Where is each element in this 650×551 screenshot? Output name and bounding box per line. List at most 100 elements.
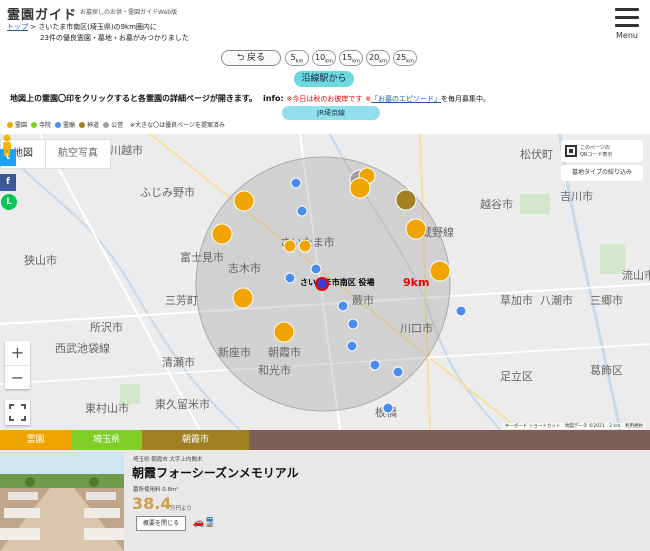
- station-line-button[interactable]: JR埼京線: [282, 106, 380, 120]
- car-icon: 🚗: [193, 518, 205, 528]
- cemetery-marker[interactable]: [405, 218, 427, 240]
- radius-value: 10: [315, 53, 326, 62]
- map-attribution[interactable]: キーボード ショートカット 地図データ ©2021 2 km 利用規約: [502, 423, 645, 429]
- breadcrumb-line1: > さいたま市南区(埼玉県)の9km圏内に: [28, 23, 157, 31]
- pegman-icon[interactable]: [0, 134, 14, 156]
- fullscreen-icon-corner: [21, 416, 26, 421]
- park: [520, 194, 550, 214]
- radius-label: 9km: [403, 276, 429, 289]
- radius-controls: ⮌ 戻る 5km 10km 15km 20km 25km: [221, 50, 417, 66]
- zoom-out-button[interactable]: −: [5, 365, 30, 389]
- legend-label: 神道: [87, 122, 100, 129]
- legend-dot: [31, 121, 38, 128]
- listing-title[interactable]: 朝霞フォーシーズンメモリアル: [132, 464, 299, 481]
- cemetery-photo[interactable]: [0, 452, 124, 551]
- cemetery-marker[interactable]: [273, 321, 295, 343]
- legend: 霊園 寺院 霊廟 神道 公営 ※大きな〇は優良ページを提案済み: [5, 120, 225, 129]
- menu-label: Menu: [616, 31, 638, 40]
- fullscreen-icon-corner: [21, 404, 26, 409]
- place-label: 草加市: [500, 293, 533, 307]
- fullscreen-button[interactable]: [5, 400, 30, 425]
- center-marker[interactable]: [315, 277, 329, 291]
- qr-text-2: QRコード表示: [580, 152, 613, 158]
- place-label: 東久留米市: [155, 397, 210, 411]
- cemetery-marker[interactable]: [232, 287, 254, 309]
- fullscreen-icon-corner: [9, 416, 14, 421]
- cemetery-marker[interactable]: [298, 239, 312, 253]
- breadcrumb: トップ > さいたま市南区(埼玉県)の9km圏内に 23件の優良霊園・墓地・お墓…: [7, 22, 189, 44]
- cemetery-listing: 埼玉県 朝霞市 大字上内間木 朝霞フォーシーズンメモリアル 墓所使用料 0.8m…: [0, 450, 650, 551]
- radius-unit: km: [352, 58, 360, 65]
- radius-20km-button[interactable]: 20km: [366, 50, 390, 66]
- place-label: 所沢市: [90, 320, 123, 334]
- cemetery-marker[interactable]: [395, 189, 417, 211]
- legend-label: 霊園: [15, 122, 28, 129]
- hamburger-icon: [615, 8, 639, 11]
- radius-10km-button[interactable]: 10km: [312, 50, 336, 66]
- cemetery-marker[interactable]: [283, 239, 297, 253]
- map-canvas[interactable]: 川越市松伏町ふじみ野市さいたま市越谷市吉川市富士見市武蔵野線狭山市志木市蕨市草加…: [0, 134, 650, 430]
- radius-unit: km: [406, 58, 414, 65]
- cemetery-marker[interactable]: [429, 260, 451, 282]
- place-label: 吉川市: [560, 189, 593, 203]
- undo-arrow-icon: ⮌: [236, 53, 245, 63]
- listing-location: 埼玉県 朝霞市 大字上内間木: [133, 457, 203, 463]
- line-station-button[interactable]: 沿線駅から: [294, 71, 354, 87]
- cemetery-marker[interactable]: [290, 177, 302, 189]
- cemetery-marker[interactable]: [369, 359, 381, 371]
- back-button[interactable]: ⮌ 戻る: [221, 50, 281, 66]
- place-label: 足立区: [500, 369, 533, 383]
- hamburger-icon-bar: [615, 24, 639, 27]
- place-label: 川越市: [110, 143, 143, 157]
- cemetery-marker[interactable]: [296, 205, 308, 217]
- info-notice: ※今日は秋のお彼岸です: [286, 95, 363, 103]
- breadcrumb-line2: 23件の優良霊園・墓地・お墓がみつかりました: [40, 34, 189, 42]
- zoom-in-button[interactable]: +: [5, 341, 30, 365]
- category-prefecture[interactable]: 埼玉県: [71, 430, 142, 450]
- line-icon[interactable]: L: [1, 194, 17, 210]
- place-label: 松伏町: [520, 147, 553, 161]
- radius-25km-button[interactable]: 25km: [393, 50, 417, 66]
- cemetery-marker[interactable]: [455, 305, 467, 317]
- center-label: さいたま市南区 役場: [300, 277, 375, 287]
- episode-link[interactable]: 「お墓のエピソード」: [371, 95, 441, 103]
- cemetery-marker[interactable]: [310, 263, 322, 275]
- cemetery-marker[interactable]: [347, 318, 359, 330]
- place-label: 狭山市: [24, 253, 57, 267]
- site-logo[interactable]: 霊園ガイド: [7, 4, 77, 23]
- legend-dot: [103, 121, 110, 128]
- radius-15km-button[interactable]: 15km: [339, 50, 363, 66]
- breadcrumb-home-link[interactable]: トップ: [7, 23, 28, 31]
- listing-price-unit: 万円より: [170, 506, 192, 512]
- qr-code-button[interactable]: このページの QRコード表示: [561, 140, 643, 162]
- close-summary-button[interactable]: 概要を閉じる: [136, 516, 186, 531]
- radius-5km-button[interactable]: 5km: [285, 50, 309, 66]
- cemetery-marker[interactable]: [346, 340, 358, 352]
- legend-dot: [7, 121, 13, 128]
- category-city[interactable]: 朝霞市: [142, 430, 249, 450]
- place-label: 志木市: [228, 261, 261, 275]
- legend-label: 霊廟: [63, 122, 76, 129]
- facebook-icon[interactable]: f: [0, 174, 16, 191]
- cemetery-marker[interactable]: [382, 402, 394, 414]
- place-label: 和光市: [258, 363, 291, 377]
- legend-note: ※大きな〇は優良ページを提案済み: [130, 122, 225, 129]
- cemetery-marker[interactable]: [233, 190, 255, 212]
- qr-text-1: このページの: [580, 145, 610, 151]
- cemetery-marker[interactable]: [349, 177, 371, 199]
- grave-type-filter-button[interactable]: 墓地タイプの絞り込み: [561, 165, 643, 181]
- cemetery-marker[interactable]: [392, 366, 404, 378]
- qr-text: このページの QRコード表示: [580, 144, 612, 158]
- place-label: 葛飾区: [590, 364, 623, 377]
- fullscreen-icon: [9, 404, 14, 409]
- hamburger-icon-bar: [615, 16, 639, 19]
- tab-satellite[interactable]: 航空写真: [45, 140, 110, 168]
- info-line: 地図上の霊園〇印をクリックすると各霊園の詳細ページが開きます。 info: ※今日…: [10, 93, 490, 104]
- cemetery-marker[interactable]: [337, 300, 349, 312]
- cemetery-marker[interactable]: [211, 223, 233, 245]
- menu-button[interactable]: Menu: [612, 8, 642, 44]
- category-cemetery[interactable]: 霊園: [0, 430, 71, 450]
- radius-value: 15: [342, 53, 353, 62]
- cemetery-marker[interactable]: [284, 272, 296, 284]
- map[interactable]: 川越市松伏町ふじみ野市さいたま市越谷市吉川市富士見市武蔵野線狭山市志木市蕨市草加…: [0, 134, 650, 430]
